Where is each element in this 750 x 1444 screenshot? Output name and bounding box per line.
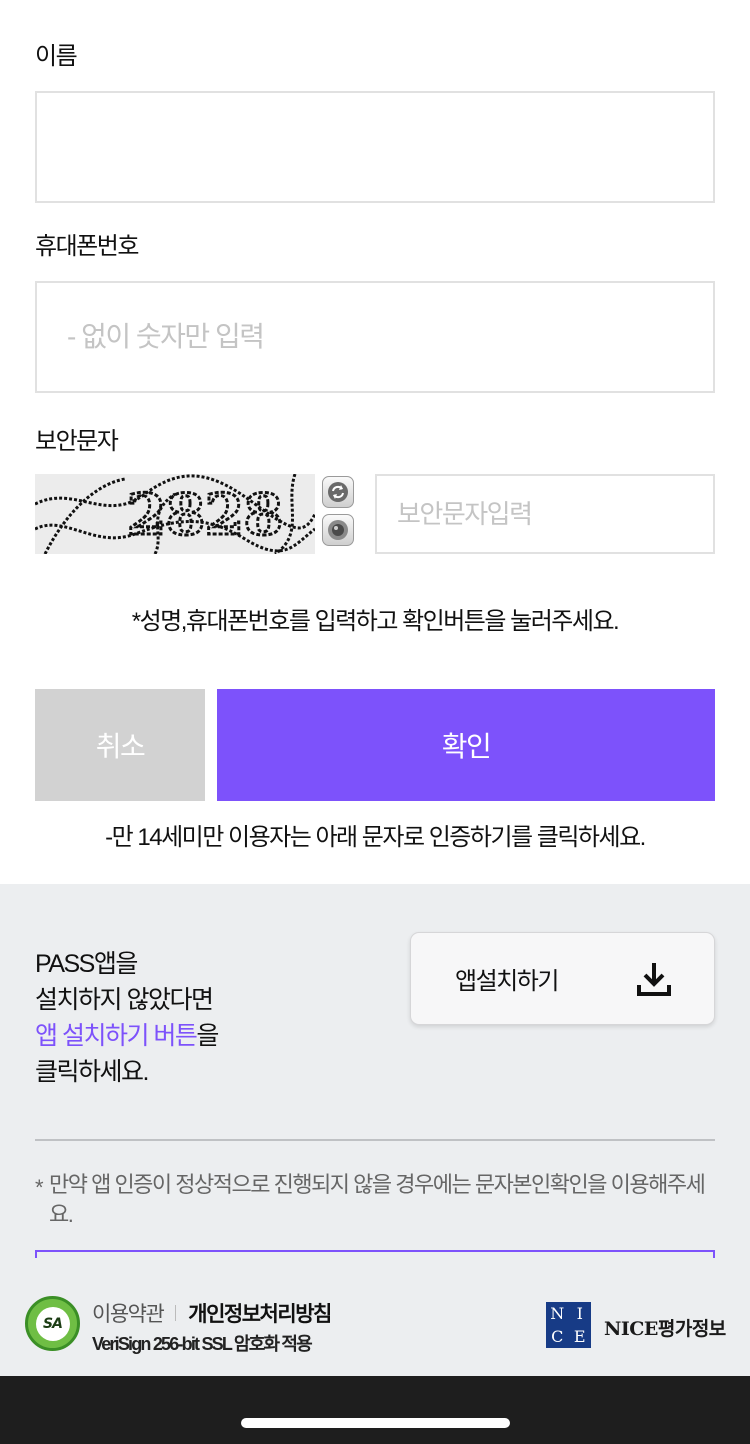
phone-field[interactable] <box>35 281 715 393</box>
name-input[interactable] <box>37 93 713 201</box>
pass-guide-line3: 앱 설치하기 버튼을 <box>35 1018 219 1054</box>
footer-links: 이용약관 개인정보처리방침 <box>92 1298 332 1328</box>
captcha-field[interactable] <box>375 474 715 554</box>
install-app-label: 앱설치하기 <box>455 968 559 995</box>
pass-guide-line4: 클릭하세요. <box>35 1058 149 1086</box>
footer: SA 이용약관 개인정보처리방침 VeriSign 256-bit SSL 암호… <box>0 1258 750 1376</box>
pass-guide-highlight: 앱 설치하기 버튼 <box>35 1022 198 1050</box>
pass-install-guide: PASS앱을 설치하지 않았다면 앱 설치하기 버튼을 클릭하세요. <box>35 946 219 1090</box>
footnote-text: 만약 앱 인증이 정상적으로 진행되지 않을 경우에는 문자본인확인을 이용해주… <box>49 1172 706 1227</box>
ssl-notice: VeriSign 256-bit SSL 암호화 적용 <box>92 1334 313 1354</box>
divider <box>35 1139 715 1141</box>
name-field[interactable] <box>35 91 715 203</box>
refresh-icon <box>328 482 348 502</box>
pass-guide-line3-suffix: 을 <box>196 1022 219 1050</box>
system-bottom-bar <box>0 1376 750 1444</box>
captcha-label: 보안문자 <box>35 428 119 455</box>
nice-brand-name: NICE평가정보 <box>604 1318 726 1340</box>
terms-link[interactable]: 이용약관 <box>92 1298 165 1328</box>
captcha-refresh-button[interactable] <box>322 476 354 508</box>
name-label: 이름 <box>35 43 78 70</box>
phone-label: 휴대폰번호 <box>35 233 139 260</box>
captcha-input[interactable] <box>377 476 713 552</box>
privacy-policy-link[interactable]: 개인정보처리방침 <box>188 1298 332 1328</box>
captcha-audio-button[interactable] <box>322 514 354 546</box>
form-notice: *성명,휴대폰번호를 입력하고 확인버튼을 눌러주세요. <box>131 608 620 635</box>
install-app-button[interactable]: 앱설치하기 <box>410 932 715 1025</box>
under14-notice: -만 14세미만 이용자는 아래 문자로 인증하기를 클릭하세요. <box>105 824 646 851</box>
footnote-star: * <box>35 1175 44 1200</box>
sms-fallback-notice: * 만약 앱 인증이 정상적으로 진행되지 않을 경우에는 문자본인확인을 이용… <box>35 1170 715 1230</box>
phone-input[interactable] <box>37 283 713 391</box>
captcha-code: 2828 <box>127 482 283 548</box>
pass-guide-line1: PASS앱을 <box>35 950 138 978</box>
speaker-icon <box>328 520 348 540</box>
pass-guide-line2: 설치하지 않았다면 <box>35 986 214 1014</box>
confirm-button[interactable]: 확인 <box>217 689 715 801</box>
home-indicator[interactable] <box>241 1418 510 1428</box>
security-seal-icon: SA <box>25 1296 80 1351</box>
captcha-noise: 2828 <box>35 474 315 554</box>
footer-separator <box>175 1305 177 1321</box>
nice-logo-icon: N I C E <box>546 1302 591 1348</box>
cancel-button[interactable]: 취소 <box>35 689 205 801</box>
download-icon <box>637 963 671 996</box>
captcha-image: 2828 <box>35 474 315 554</box>
